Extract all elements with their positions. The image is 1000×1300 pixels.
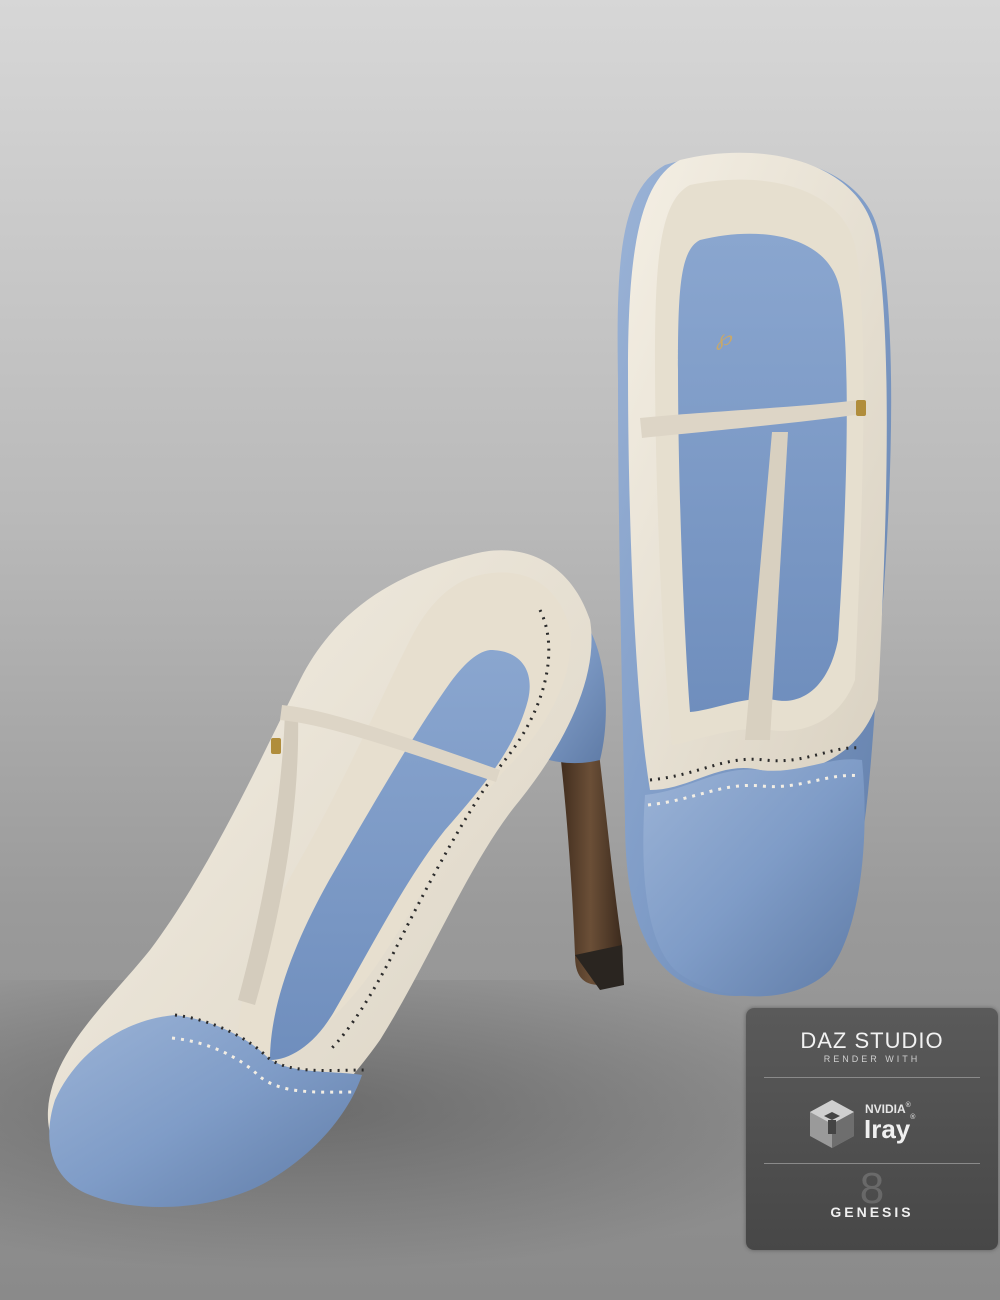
front-shoe bbox=[47, 550, 624, 1207]
insole-logo-mark: ℘ bbox=[716, 326, 733, 351]
back-shoe-toe-cap bbox=[643, 759, 865, 997]
iray-cube-icon bbox=[810, 1100, 854, 1148]
render-badge: DAZ STUDIO RENDER WITH NVIDIA® Iray® 8 G… bbox=[746, 1008, 998, 1250]
iray-label: Iray® bbox=[864, 1114, 916, 1144]
genesis-logo: 8 GENESIS bbox=[746, 1164, 998, 1238]
iray-logo: NVIDIA® Iray® bbox=[808, 1096, 958, 1154]
back-shoe: ℘ bbox=[617, 152, 892, 997]
badge-divider-top bbox=[764, 1077, 980, 1078]
front-shoe-buckle bbox=[271, 738, 281, 754]
daz-studio-label: DAZ STUDIO bbox=[800, 1028, 944, 1053]
render-with-label: RENDER WITH bbox=[823, 1054, 921, 1064]
back-shoe-buckle bbox=[856, 400, 866, 416]
genesis-label: GENESIS bbox=[830, 1204, 914, 1220]
